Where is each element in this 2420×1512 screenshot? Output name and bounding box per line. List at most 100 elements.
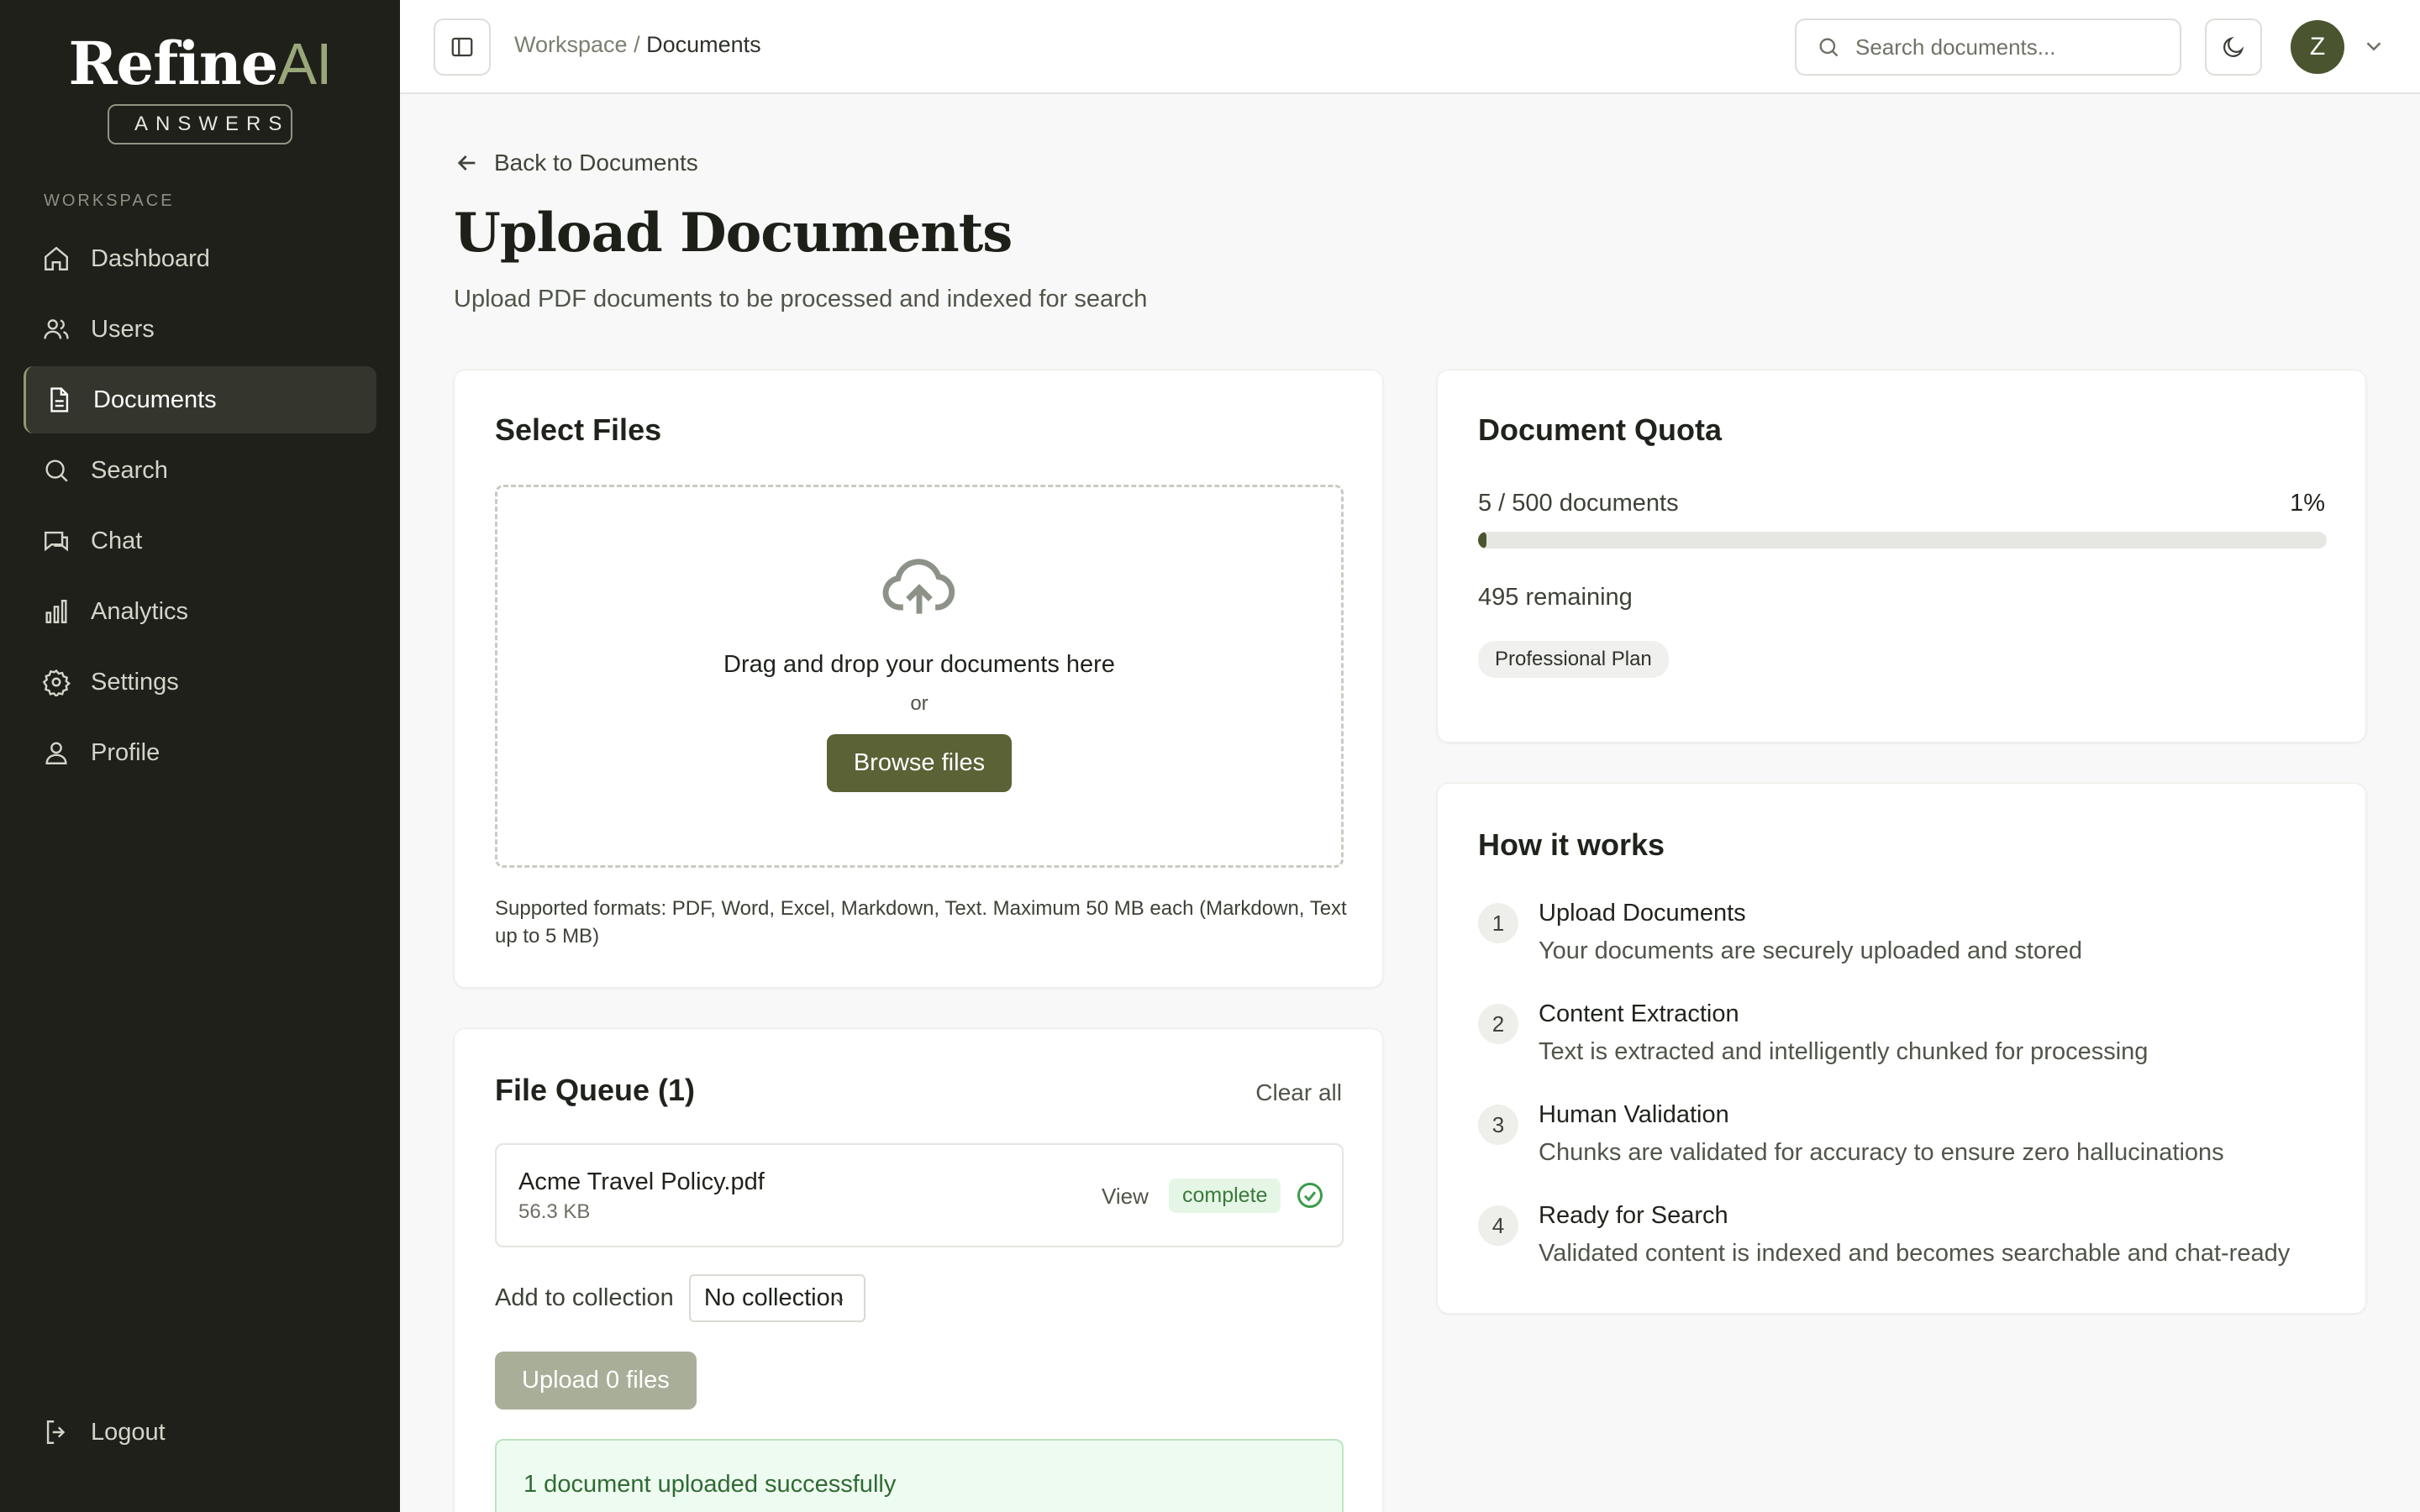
- sidebar-panel-icon: [451, 37, 473, 57]
- quota-progress-fill: [1478, 532, 1487, 549]
- gear-icon: [42, 668, 71, 696]
- select-files-card: Select Files Drag and drop your document…: [454, 370, 1383, 988]
- sidebar-item-label: Analytics: [91, 597, 189, 625]
- quota-count: 5 / 500 documents: [1478, 490, 1679, 517]
- sidebar-item-label: Users: [91, 315, 155, 343]
- step-number: 1: [1478, 903, 1518, 943]
- clear-all-button[interactable]: Clear all: [1255, 1079, 1342, 1106]
- collection-select[interactable]: No collection ⌄: [688, 1274, 865, 1322]
- logout-button[interactable]: Logout: [42, 1418, 166, 1446]
- breadcrumb-separator: /: [634, 32, 640, 57]
- file-name: Acme Travel Policy.pdf: [518, 1168, 765, 1195]
- theme-toggle-button[interactable]: [2205, 18, 2262, 76]
- file-queue-card: File Queue (1) Clear all Acme Travel Pol…: [454, 1028, 1383, 1512]
- step-number: 2: [1478, 1004, 1518, 1044]
- arrow-left-icon: [457, 155, 476, 171]
- status-badge: complete: [1169, 1179, 1281, 1213]
- collection-select-value: No collection: [703, 1284, 844, 1311]
- back-link[interactable]: Back to Documents: [454, 150, 698, 176]
- account-menu-toggle[interactable]: [2361, 34, 2386, 63]
- collection-label: Add to collection: [495, 1284, 674, 1311]
- brand-logo[interactable]: RefineAI ANSWERS: [0, 30, 400, 144]
- bar-chart-icon: [42, 597, 71, 626]
- breadcrumb: Workspace / Documents: [514, 32, 761, 58]
- step-description: Chunks are validated for accuracy to ens…: [1539, 1139, 2224, 1166]
- step-description: Validated content is indexed and becomes…: [1539, 1240, 2291, 1267]
- browse-files-button[interactable]: Browse files: [826, 734, 1013, 792]
- file-queue-title: File Queue (1): [495, 1073, 696, 1107]
- logout-label: Logout: [91, 1418, 166, 1446]
- moon-icon: [2223, 36, 2244, 57]
- sidebar-item-users[interactable]: Users: [24, 296, 376, 363]
- top-bar: Workspace / Documents Z: [400, 0, 2420, 94]
- chat-icon: [42, 527, 71, 555]
- file-size: 56.3 KB: [518, 1200, 591, 1223]
- sidebar-item-chat[interactable]: Chat: [24, 507, 376, 575]
- document-icon: [45, 386, 73, 414]
- step-title: Ready for Search: [1539, 1202, 1728, 1229]
- search-icon: [42, 456, 71, 485]
- page-subtitle: Upload PDF documents to be processed and…: [454, 286, 1148, 312]
- plan-badge: Professional Plan: [1478, 641, 1669, 678]
- cloud-upload-icon: [497, 549, 1341, 631]
- sidebar-toggle-button[interactable]: [434, 18, 491, 76]
- step-title: Human Validation: [1539, 1101, 1729, 1128]
- back-link-label: Back to Documents: [494, 150, 698, 176]
- document-quota-card: Document Quota 5 / 500 documents 1% 495 …: [1437, 370, 2366, 743]
- step-item: 3 Human Validation Chunks are validated …: [1478, 1100, 2344, 1180]
- search-input[interactable]: [1855, 34, 2158, 60]
- home-icon: [42, 244, 71, 273]
- sidebar-item-label: Search: [91, 456, 168, 484]
- page-title: Upload Documents: [454, 202, 1013, 265]
- breadcrumb-workspace[interactable]: Workspace: [514, 32, 628, 57]
- dropzone-or: or: [910, 692, 929, 715]
- sidebar-item-label: Dashboard: [91, 244, 210, 272]
- step-description: Your documents are securely uploaded and…: [1539, 937, 2083, 964]
- sidebar-section-label: WORKSPACE: [44, 192, 175, 210]
- sidebar-item-label: Profile: [91, 738, 160, 766]
- sidebar-item-profile[interactable]: Profile: [24, 719, 376, 786]
- breadcrumb-current: Documents: [646, 32, 761, 57]
- search-box[interactable]: [1795, 18, 2181, 76]
- step-item: 2 Content Extraction Text is extracted a…: [1478, 999, 2344, 1079]
- sidebar-item-search[interactable]: Search: [24, 437, 376, 504]
- check-circle-icon: [1295, 1180, 1325, 1215]
- upload-files-button[interactable]: Upload 0 files: [495, 1352, 697, 1410]
- sidebar-item-label: Documents: [93, 386, 217, 413]
- step-title: Upload Documents: [1539, 900, 1746, 927]
- step-item: 4 Ready for Search Validated content is …: [1478, 1200, 2344, 1281]
- quota-remaining: 495 remaining: [1478, 584, 1633, 611]
- step-description: Text is extracted and intelligently chun…: [1539, 1038, 2149, 1065]
- success-message: 1 document uploaded successfully: [523, 1471, 897, 1498]
- step-item: 1 Upload Documents Your documents are se…: [1478, 898, 2344, 979]
- view-file-button[interactable]: View: [1102, 1184, 1149, 1210]
- how-it-works-title: How it works: [1478, 827, 1665, 862]
- sidebar-item-dashboard[interactable]: Dashboard: [24, 225, 376, 292]
- logo-wordmark: RefineAI: [68, 29, 333, 98]
- avatar[interactable]: Z: [2291, 20, 2344, 74]
- sidebar-item-documents[interactable]: Documents: [24, 366, 376, 433]
- step-title: Content Extraction: [1539, 1000, 1739, 1027]
- quota-title: Document Quota: [1478, 412, 1723, 447]
- sidebar-item-label: Settings: [91, 668, 179, 696]
- sidebar: RefineAI ANSWERS WORKSPACE Dashboard Use…: [0, 0, 400, 1512]
- success-banner: 1 document uploaded successfully: [495, 1439, 1344, 1512]
- quota-percent: 1%: [2290, 490, 2325, 517]
- sidebar-item-settings[interactable]: Settings: [24, 648, 376, 716]
- how-it-works-card: How it works 1 Upload Documents Your doc…: [1437, 783, 2366, 1314]
- users-icon: [42, 315, 71, 344]
- chevron-down-icon: ⌄: [833, 1289, 846, 1306]
- search-icon: [1819, 38, 1839, 57]
- dropzone-title: Drag and drop your documents here: [723, 651, 1115, 678]
- logo-badge: ANSWERS: [108, 104, 292, 144]
- supported-formats-note: Supported formats: PDF, Word, Excel, Mar…: [495, 897, 1347, 948]
- sidebar-nav: Dashboard Users Documents Search Chat An…: [24, 225, 376, 790]
- collection-row: Add to collection No collection ⌄: [495, 1274, 865, 1322]
- select-files-title: Select Files: [495, 412, 662, 447]
- dropzone[interactable]: Drag and drop your documents here or Bro…: [495, 485, 1344, 868]
- sidebar-item-analytics[interactable]: Analytics: [24, 578, 376, 645]
- quota-progress-bar: [1478, 532, 2327, 549]
- sidebar-item-label: Chat: [91, 527, 143, 554]
- chevron-down-icon: [2366, 42, 2381, 51]
- logout-icon: [46, 1420, 66, 1444]
